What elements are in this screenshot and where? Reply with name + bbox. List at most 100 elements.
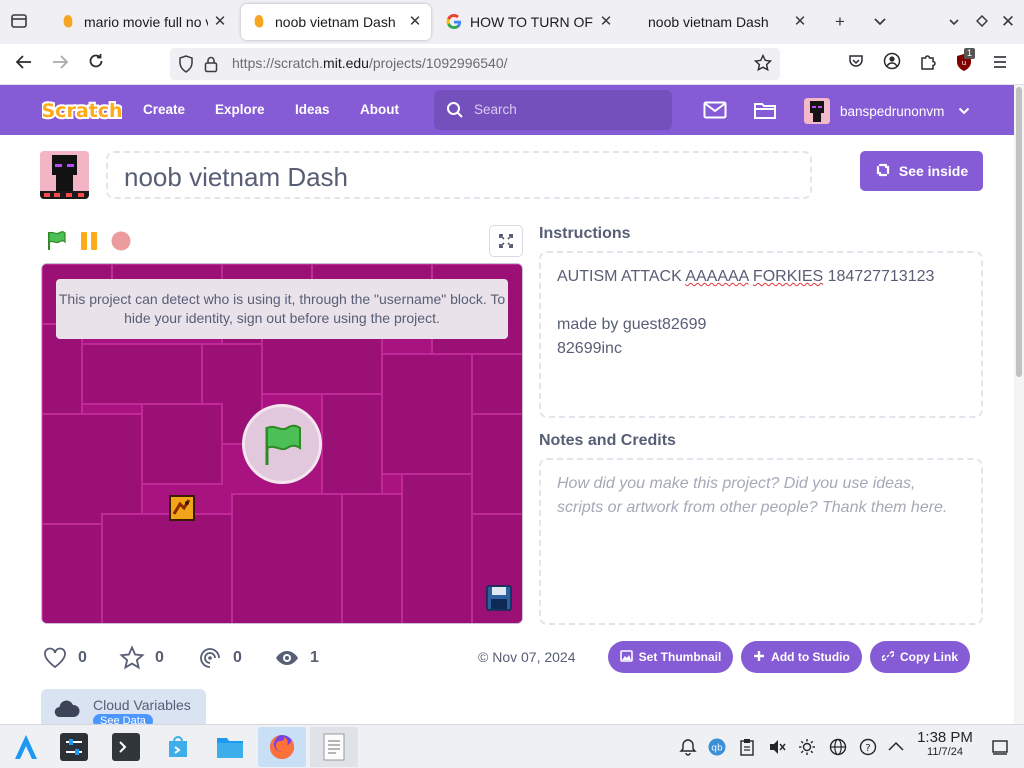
tab-label: mario movie full no v — [84, 14, 208, 30]
chevron-down-icon — [958, 102, 970, 120]
notes-placeholder: How did you make this project? Did you u… — [557, 475, 948, 516]
user-menu[interactable]: banspedrunonvm — [804, 98, 970, 124]
clock-date: 11/7/24 — [927, 746, 963, 758]
project-title: noob vietnam Dash — [124, 162, 349, 192]
star-icon — [119, 645, 145, 671]
search-placeholder: Search — [474, 102, 517, 117]
nav-ideas[interactable]: Ideas — [295, 102, 330, 117]
green-flag-icon — [265, 424, 301, 465]
green-flag-icon[interactable] — [46, 230, 68, 252]
back-arrow-icon[interactable] — [12, 52, 36, 76]
nav-about[interactable]: About — [360, 102, 399, 117]
instructions-text: AUTISM ATTACK AAAAAA FORKIES 18472771312… — [539, 251, 983, 418]
extensions-puzzle-icon[interactable] — [916, 52, 940, 76]
cloud-variables-panel: Cloud Variables See Data — [41, 689, 206, 729]
hamburger-menu-icon[interactable] — [988, 52, 1012, 76]
clock-time: 1:38 PM — [917, 729, 973, 746]
tab-list-icon[interactable] — [8, 12, 30, 34]
project-stage[interactable]: This project can detect who is using it,… — [41, 263, 523, 624]
instructions-line-3: 82699inc — [557, 340, 622, 357]
username: banspedrunonvm — [840, 103, 945, 119]
fullscreen-icon — [499, 234, 513, 248]
clipboard-icon[interactable] — [738, 738, 756, 756]
avatar — [804, 98, 830, 124]
search-icon — [446, 101, 464, 119]
help-icon[interactable]: ? — [859, 738, 877, 756]
shield-icon[interactable] — [178, 55, 194, 78]
notifications-icon[interactable] — [679, 738, 697, 756]
notes-heading: Notes and Credits — [539, 432, 676, 449]
list-all-tabs-chevron-icon[interactable] — [868, 10, 892, 34]
show-desktop-icon[interactable] — [991, 738, 1009, 756]
google-icon — [446, 14, 462, 30]
new-tab-button[interactable]: + — [828, 10, 852, 34]
brightness-icon[interactable] — [798, 738, 816, 756]
volume-muted-icon[interactable] — [768, 738, 786, 756]
nav-explore[interactable]: Explore — [215, 102, 265, 117]
share-date: © Nov 07, 2024 — [478, 649, 576, 665]
love-count[interactable]: 0 — [42, 645, 87, 671]
fullscreen-button[interactable] — [489, 225, 523, 257]
terminal-icon[interactable] — [102, 727, 150, 767]
svg-text:?: ? — [865, 743, 870, 754]
svg-text:u: u — [962, 59, 966, 67]
close-icon[interactable]: ✕ — [210, 12, 230, 32]
pocket-icon[interactable] — [844, 52, 868, 76]
svg-text:qb: qb — [711, 744, 723, 754]
scratch-logo[interactable]: Scratch — [39, 95, 124, 125]
messages-envelope-icon[interactable] — [703, 101, 727, 124]
add-to-studio-button[interactable]: Add to Studio — [741, 641, 862, 673]
cloud-icon — [53, 699, 81, 724]
see-inside-icon — [875, 162, 891, 181]
extension-badge: 1 — [964, 48, 976, 59]
search-input[interactable]: Search — [434, 90, 672, 130]
minimize-chevron-icon[interactable] — [942, 10, 966, 34]
project-title-field[interactable]: noob vietnam Dash — [106, 151, 812, 199]
notes-field[interactable]: How did you make this project? Did you u… — [539, 458, 983, 625]
start-overlay-button[interactable] — [242, 404, 322, 484]
close-icon[interactable]: ✕ — [790, 12, 810, 32]
scrollbar-thumb[interactable] — [1016, 87, 1022, 377]
tab-how-to-turn-off[interactable]: HOW TO TURN OFF C ✕ — [436, 4, 622, 40]
address-bar[interactable]: https://scratch.mit.edu/projects/1092996… — [170, 48, 780, 80]
tray-expand-chevron-icon[interactable] — [887, 738, 905, 756]
tab-noob-vietnam-active[interactable]: noob vietnam Dash o ✕ — [241, 4, 431, 40]
nav-create[interactable]: Create — [143, 102, 185, 117]
reload-icon[interactable] — [84, 52, 108, 76]
set-thumbnail-button[interactable]: Set Thumbnail — [608, 641, 733, 673]
window-close-icon[interactable]: ✕ — [996, 10, 1020, 34]
pause-icon[interactable] — [78, 230, 100, 252]
copy-link-button[interactable]: Copy Link — [870, 641, 970, 673]
tab-mario-movie[interactable]: mario movie full no v ✕ — [50, 4, 236, 40]
instructions-line-1: AUTISM ATTACK AAAAAA FORKIES 18472771312… — [557, 268, 935, 285]
maximize-diamond-icon[interactable] — [970, 10, 994, 34]
svg-text:Scratch: Scratch — [42, 100, 122, 122]
page-scrollbar[interactable] — [1014, 85, 1024, 724]
software-store-icon[interactable] — [154, 727, 202, 767]
plus-icon — [753, 650, 765, 665]
ublock-shield-icon[interactable]: u 1 — [952, 48, 976, 76]
settings-sliders-icon[interactable] — [50, 727, 98, 767]
heart-icon — [42, 645, 68, 671]
forward-arrow-icon[interactable] — [48, 52, 72, 76]
see-inside-button[interactable]: See inside — [860, 151, 983, 191]
tab-noob-vietnam-2[interactable]: noob vietnam Dash ✕ — [626, 4, 816, 40]
text-editor-icon[interactable] — [310, 727, 358, 767]
firefox-icon[interactable] — [258, 727, 306, 767]
scratch-cat-icon — [251, 14, 267, 30]
my-stuff-folder-icon[interactable] — [753, 100, 777, 125]
cloud-variables-label: Cloud Variables — [93, 697, 191, 713]
bookmark-star-icon[interactable] — [753, 53, 773, 77]
file-manager-folder-icon[interactable] — [206, 727, 254, 767]
favorite-count[interactable]: 0 — [119, 645, 164, 671]
stop-icon[interactable] — [110, 230, 132, 252]
qbittorrent-icon[interactable]: qb — [708, 738, 726, 756]
system-clock[interactable]: 1:38 PM 11/7/24 — [914, 729, 976, 758]
app-launcher-icon[interactable] — [2, 727, 50, 767]
close-icon[interactable]: ✕ — [596, 12, 616, 32]
lock-icon[interactable] — [204, 55, 218, 78]
close-icon[interactable]: ✕ — [405, 12, 425, 32]
image-icon — [619, 649, 633, 665]
network-globe-icon[interactable] — [829, 738, 847, 756]
account-icon[interactable] — [880, 52, 904, 76]
